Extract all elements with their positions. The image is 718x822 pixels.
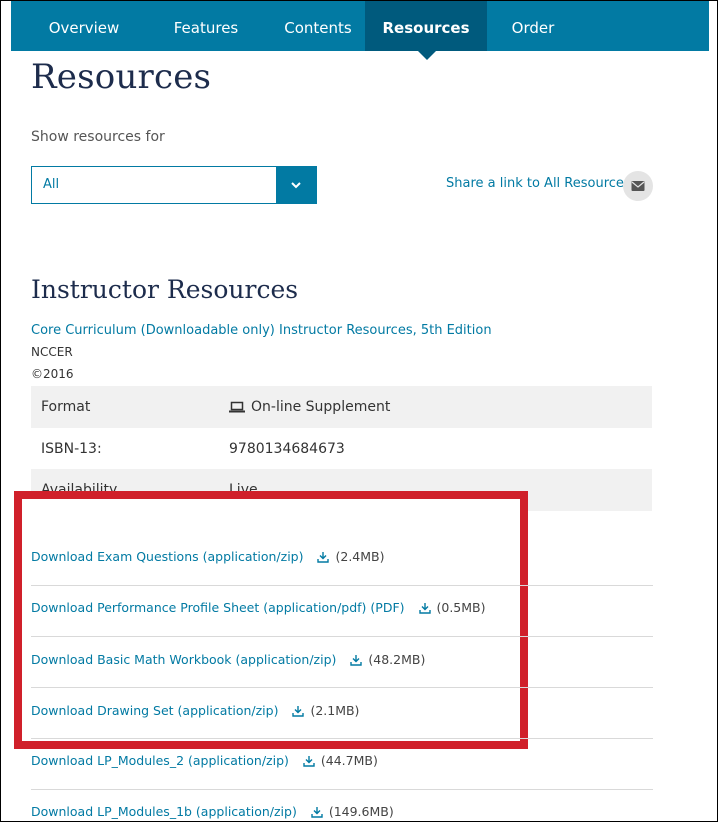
download-icon	[303, 756, 315, 767]
download-item[interactable]: Download Drawing Set (application/zip) (…	[31, 703, 359, 718]
laptop-icon	[229, 401, 245, 413]
spec-row-isbn: ISBN-13: 9780134684673	[31, 428, 652, 470]
download-icon	[292, 706, 305, 717]
download-item[interactable]: Download LP_Modules_1b (application/zip)…	[31, 804, 394, 819]
file-size: (44.7MB)	[320, 753, 378, 768]
download-link[interactable]: Download Drawing Set (application/zip)	[31, 703, 278, 718]
tab-resources[interactable]: Resources	[365, 1, 487, 51]
show-resources-label: Show resources for	[31, 129, 165, 145]
select-toggle-button[interactable]	[276, 167, 316, 203]
divider	[31, 789, 653, 790]
divider	[31, 687, 653, 688]
download-item[interactable]: Download Exam Questions (application/zip…	[31, 549, 384, 564]
download-link[interactable]: Download Basic Math Workbook (applicatio…	[31, 652, 336, 667]
resources-filter-select[interactable]: All	[31, 166, 317, 204]
divider	[31, 636, 653, 637]
download-icon	[418, 603, 431, 614]
download-icon	[350, 655, 363, 666]
download-item[interactable]: Download Basic Math Workbook (applicatio…	[31, 652, 425, 667]
download-icon	[311, 807, 323, 818]
tab-contents[interactable]: Contents	[261, 1, 375, 51]
product-link[interactable]: Core Curriculum (Downloadable only) Inst…	[31, 323, 492, 338]
tab-order[interactable]: Order	[479, 1, 587, 51]
tab-overview[interactable]: Overview	[27, 1, 141, 51]
browser-frame: Overview Features Contents Resources Ord…	[0, 0, 718, 822]
tab-features[interactable]: Features	[149, 1, 263, 51]
page-title: Resources	[31, 57, 212, 97]
download-item[interactable]: Download Performance Profile Sheet (appl…	[31, 600, 486, 615]
download-icon	[317, 552, 330, 563]
product-year: ©2016	[31, 367, 74, 381]
spec-row-format: Format On-line Supplement	[31, 386, 652, 428]
spec-label: ISBN-13:	[41, 441, 102, 457]
share-link[interactable]: Share a link to All Resources	[446, 176, 631, 191]
instructor-resources-heading: Instructor Resources	[31, 275, 299, 304]
active-tab-caret	[418, 51, 436, 60]
mail-icon	[631, 181, 645, 191]
divider	[31, 585, 653, 586]
file-size: (2.1MB)	[310, 703, 360, 718]
download-link[interactable]: Download LP_Modules_1b (application/zip)	[31, 804, 297, 819]
spec-label: Format	[41, 399, 91, 415]
top-nav: Overview Features Contents Resources Ord…	[11, 1, 709, 51]
share-email-button[interactable]	[623, 171, 653, 201]
spec-value: 9780134684673	[229, 441, 345, 457]
spec-value: On-line Supplement	[251, 399, 391, 415]
product-author: NCCER	[31, 345, 73, 359]
file-size: (48.2MB)	[368, 652, 426, 667]
chevron-down-icon	[291, 182, 301, 189]
download-link[interactable]: Download LP_Modules_2 (application/zip)	[31, 753, 289, 768]
download-link[interactable]: Download Performance Profile Sheet (appl…	[31, 600, 405, 615]
file-size: (149.6MB)	[328, 804, 394, 819]
select-value: All	[43, 177, 60, 192]
download-link[interactable]: Download Exam Questions (application/zip…	[31, 549, 304, 564]
download-item[interactable]: Download LP_Modules_2 (application/zip) …	[31, 753, 378, 768]
divider	[31, 738, 653, 739]
file-size: (0.5MB)	[436, 600, 486, 615]
file-size: (2.4MB)	[335, 549, 385, 564]
